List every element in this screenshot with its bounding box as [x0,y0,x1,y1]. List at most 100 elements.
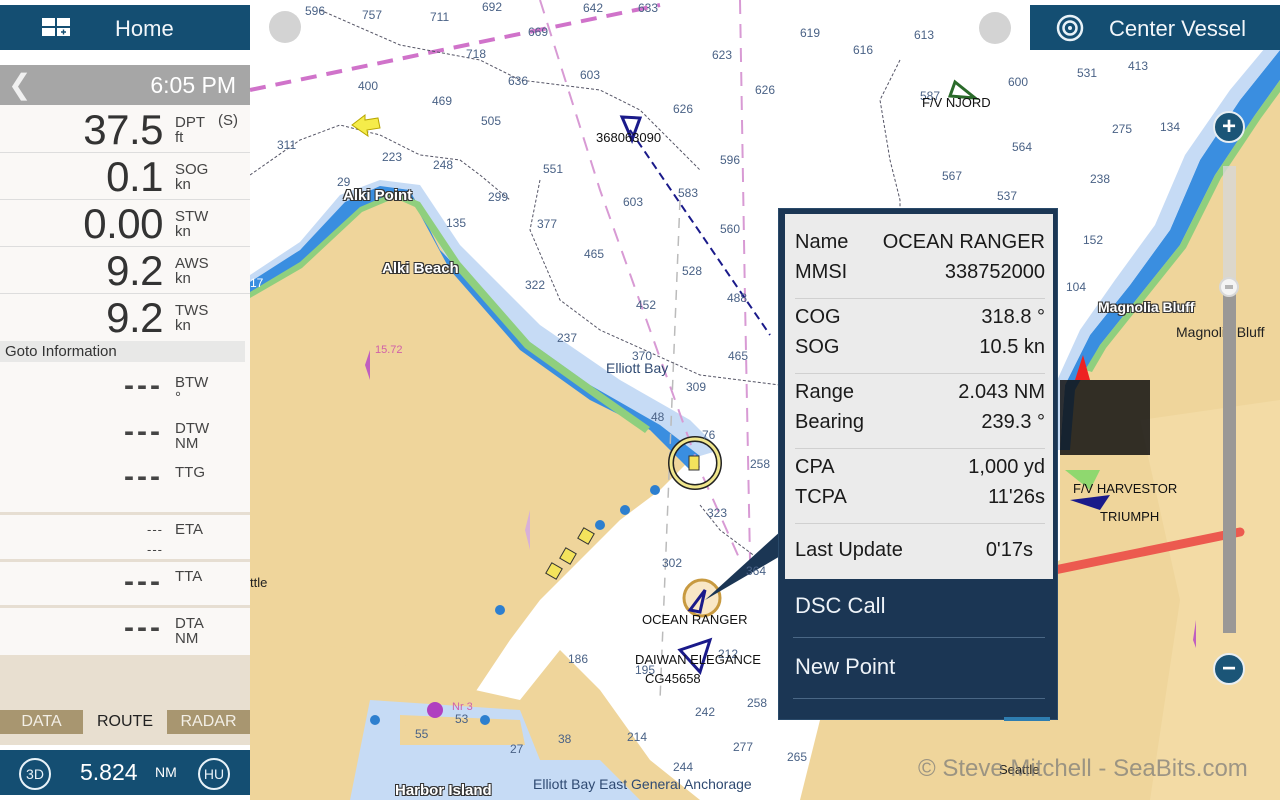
depth-sounding: 248 [433,158,454,172]
instrument-unit: ft [175,129,184,146]
goto-row-tta[interactable]: --- TTA [0,563,250,608]
depth-sounding: 322 [525,278,546,292]
home-button[interactable]: Home [0,5,250,50]
depth-sounding: 134 [1160,120,1181,134]
goto-row-btw[interactable]: --- BTW ° [0,367,250,412]
info-value: 318.8 ° [981,306,1045,328]
depth-sounding: 551 [543,162,564,176]
depth-sounding: 642 [583,1,604,15]
ais-target-label[interactable]: 368063090 [596,130,661,145]
tab-data[interactable]: DATA [0,710,83,734]
divider [795,298,1045,299]
goto-label: DTA [175,615,204,632]
goto-row-dtw[interactable]: --- DTW NM [0,413,250,458]
divider [0,605,250,608]
depth-sounding: 452 [636,298,657,312]
instrument-value: 9.2 [106,294,163,341]
divider [0,559,250,562]
goto-row-ttg[interactable]: --- TTG [0,458,250,510]
zoom-slider-track[interactable] [1223,287,1236,633]
zoom-out-button[interactable]: − [1213,653,1245,685]
depth-sounding: 626 [673,102,694,116]
depth-sounding: 377 [537,217,558,231]
depth-sounding: 302 [662,556,683,570]
dsc-call-menu-item[interactable]: DSC Call [795,593,885,619]
ais-target-label[interactable]: F/V NJORD [922,95,991,110]
center-vessel-button[interactable]: Center Vessel [1030,5,1280,50]
instrument-row-sog[interactable]: 0.1 SOG kn [0,153,250,200]
goto-row-dta[interactable]: --- DTA NM [0,609,250,654]
goto-value-date: --- [147,542,163,557]
depth-sounding: 242 [695,705,716,719]
tab-radar[interactable]: RADAR [167,710,250,734]
popup-scrollbar[interactable] [1004,717,1050,721]
goto-value: --- [124,565,163,598]
info-value: 2.043 NM [958,381,1045,403]
ais-target-label[interactable]: TRIUMPH [1100,509,1159,524]
instrument-row-dpt[interactable]: 37.5 DPT ft (S) [0,105,250,153]
zoom-in-button[interactable]: + [1213,111,1245,143]
goto-information-title: Goto Information [0,341,245,362]
goto-label: BTW [175,374,209,391]
instrument-value: 37.5 [83,106,163,153]
place-label: ttle [250,575,268,590]
depth-sounding: 214 [627,730,648,744]
ais-target-popup: Name OCEAN RANGER MMSI 338752000 COG 318… [778,208,1058,721]
instrument-row-tws[interactable]: 9.2 TWS kn [0,294,250,341]
ais-target-label[interactable]: F/V HARVESTOR [1073,481,1177,496]
grid-add-icon [42,18,70,36]
goto-unit: NM [175,435,199,452]
depth-sounding: 223 [382,150,403,164]
info-key: Last Update [795,539,903,561]
place-label: Alki Beach [382,260,459,277]
info-value: 239.3 ° [981,411,1045,433]
info-row-cpa: CPA 1,000 yd [795,456,1045,486]
goto-row-eta[interactable]: --- --- ETA [0,517,250,562]
depth-sounding: 560 [720,222,741,236]
depth-sounding: 469 [432,94,453,108]
new-point-menu-item[interactable]: New Point [795,654,895,680]
zoom-slider-track[interactable] [1223,166,1236,288]
depth-sounding: 711 [430,10,450,24]
depth-sounding: 583 [678,186,699,200]
instrument-label: SOG [175,161,209,178]
ais-target-info: Name OCEAN RANGER MMSI 338752000 COG 318… [785,214,1053,579]
depth-sounding: 135 [446,216,467,230]
depth-sounding: 465 [728,349,749,363]
ais-target-label[interactable]: CG45658 [645,671,701,686]
info-key: Bearing [795,411,864,433]
depth-sounding: 55 [415,727,429,741]
depth-sounding: 564 [1012,140,1033,154]
depth-sounding: 619 [800,26,821,40]
place-label: Magnolia Bluff [1176,324,1265,340]
instrument-row-aws[interactable]: 9.2 AWS kn [0,247,250,294]
instrument-row-stw[interactable]: 0.00 STW kn [0,200,250,247]
depth-sounding: 505 [481,114,502,128]
3d-view-button[interactable]: 3D [19,758,51,790]
heading-up-button[interactable]: HU [198,758,230,790]
instrument-label: AWS [175,255,209,272]
depth-sounding: 104 [1066,280,1087,294]
chevron-left-icon[interactable]: ❮ [8,68,31,101]
depth-sounding: 152 [1083,233,1104,247]
info-value: 1,000 yd [968,456,1045,478]
panel-tabs: DATA ROUTE RADAR [0,655,250,745]
depth-sounding: 567 [942,169,963,183]
ais-target-label[interactable]: DAIWAN ELEGANCE [635,652,761,667]
divider [795,523,1045,524]
ais-target-label[interactable]: OCEAN RANGER [642,612,747,627]
goto-value: --- [124,611,163,644]
instrument-unit: kn [175,270,191,287]
range-bar: 3D 5.824 NM HU [0,750,250,795]
depth-sounding: 626 [755,83,776,97]
target-icon [1056,14,1084,42]
depth-sounding: 76 [702,428,716,442]
info-row-range: Range 2.043 NM [795,381,1045,411]
depth-sounding: 265 [787,750,808,764]
info-key: Name [795,231,849,253]
depth-sounding: 311 [277,138,297,152]
depth-sounding: 669 [528,25,549,39]
tab-route[interactable]: ROUTE [83,710,167,734]
depth-sounding: 237 [557,331,578,345]
depth-sounding: 258 [747,696,768,710]
